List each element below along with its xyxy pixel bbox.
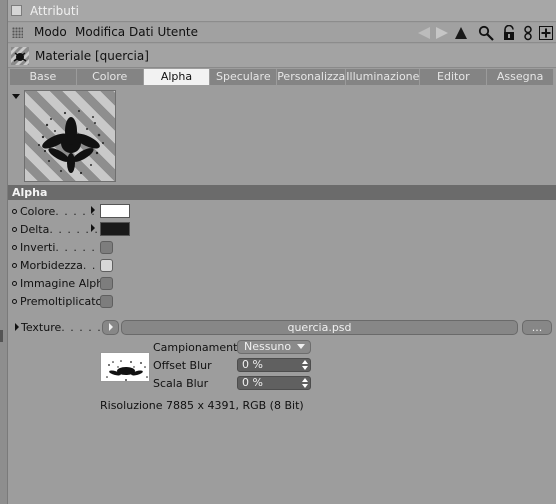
material-preview — [24, 90, 116, 182]
animate-dot-immagine-alpha[interactable] — [12, 281, 17, 286]
attributes-panel: Attributi Modo Modifica Dati Utente Mate… — [8, 0, 556, 504]
chevron-down-icon — [297, 344, 305, 349]
texture-resolution: Risoluzione 7885 x 4391, RGB (8 Bit) — [100, 399, 304, 412]
label-inverti: Inverti. . . . . . — [20, 241, 105, 254]
panel-close-checkbox[interactable] — [11, 5, 22, 16]
material-thumbnail — [11, 47, 29, 65]
add-panel-icon[interactable] — [538, 25, 554, 41]
menu-bar: Modo Modifica Dati Utente — [8, 23, 556, 43]
back-forward-arrows-icon[interactable] — [416, 25, 450, 41]
texture-menu-arrow-icon — [108, 323, 113, 331]
texture-filename-field[interactable]: quercia.psd — [121, 320, 518, 335]
colore-expand-icon[interactable] — [91, 206, 95, 214]
tab-bar: Base Colore Alpha Speculare Personalizza… — [10, 69, 555, 85]
texture-menu-button[interactable] — [102, 320, 119, 335]
scala-blur-field[interactable]: 0 % — [237, 376, 311, 390]
material-title: Materiale [quercia] — [35, 49, 149, 63]
grip-icon[interactable] — [12, 27, 23, 38]
tab-personalizza[interactable]: Personalizza — [277, 69, 347, 85]
tab-base[interactable]: Base — [10, 69, 77, 85]
colore-label: Colore — [20, 205, 56, 218]
dock-marker — [0, 330, 3, 342]
menu-dati-utente[interactable]: Dati Utente — [129, 25, 198, 39]
offset-blur-field[interactable]: 0 % — [237, 358, 311, 372]
title-bar: Attributi — [8, 0, 556, 22]
animate-dot-inverti[interactable] — [12, 245, 17, 250]
campionamento-dropdown[interactable]: Nessuno — [237, 340, 311, 354]
offset-blur-spinner-icon[interactable] — [302, 359, 308, 371]
tab-colore[interactable]: Colore — [76, 69, 144, 85]
tab-editor[interactable]: Editor — [420, 69, 488, 85]
tab-assegna[interactable]: Assegna — [487, 69, 555, 85]
inverti-label: Inverti — [20, 241, 56, 254]
scala-blur-label: Scala Blur — [153, 377, 209, 390]
material-header: Materiale [quercia] — [8, 44, 556, 68]
label-immagine-alpha: Immagine Alpha — [20, 277, 110, 290]
tab-alpha[interactable]: Alpha — [143, 69, 211, 85]
delta-expand-icon[interactable] — [91, 224, 95, 232]
campionamento-value: Nessuno — [244, 340, 292, 353]
menu-modifica[interactable]: Modifica — [75, 25, 125, 39]
animate-dot-premoltiplicato[interactable] — [12, 299, 17, 304]
preview-collapse-arrow-icon[interactable] — [12, 94, 20, 99]
inverti-dots: . . . . . . — [55, 241, 105, 254]
animate-dot-colore[interactable] — [12, 209, 17, 214]
inverti-checkbox[interactable] — [100, 241, 113, 254]
offset-blur-label: Offset Blur — [153, 359, 212, 372]
window-title: Attributi — [30, 4, 79, 18]
offset-blur-value: 0 % — [242, 358, 263, 371]
morbidezza-label: Morbidezza — [20, 259, 83, 272]
campionamento-label: Campionamento — [153, 341, 245, 354]
animate-dot-delta[interactable] — [12, 227, 17, 232]
tab-speculare[interactable]: Speculare — [210, 69, 278, 85]
lock-icon[interactable] — [501, 25, 517, 41]
immagine-alpha-checkbox[interactable] — [100, 277, 113, 290]
link-icon[interactable] — [520, 25, 536, 41]
texture-browse-button[interactable]: ... — [522, 320, 552, 335]
texture-expand-icon[interactable] — [15, 323, 19, 331]
menu-modo[interactable]: Modo — [34, 25, 67, 39]
colore-swatch[interactable] — [100, 204, 130, 218]
premoltiplicato-checkbox[interactable] — [100, 295, 113, 308]
delta-label: Delta — [20, 223, 50, 236]
scala-blur-spinner-icon[interactable] — [302, 377, 308, 389]
texture-label: Texture — [21, 321, 62, 334]
up-arrow-icon[interactable] — [453, 25, 469, 41]
label-premoltiplicato: Premoltiplicato — [20, 295, 103, 308]
animate-dot-morbidezza[interactable] — [12, 263, 17, 268]
section-header-alpha: Alpha — [8, 185, 556, 200]
scala-blur-value: 0 % — [242, 376, 263, 389]
section-title: Alpha — [12, 186, 48, 199]
left-dock-strip — [0, 0, 8, 504]
delta-swatch[interactable] — [100, 222, 130, 236]
morbidezza-checkbox[interactable] — [100, 259, 113, 272]
tab-illuminazione[interactable]: Illuminazione — [346, 69, 421, 85]
texture-thumbnail — [100, 352, 150, 382]
search-icon[interactable] — [478, 25, 494, 41]
colore-dots: . . . . . . — [55, 205, 105, 218]
